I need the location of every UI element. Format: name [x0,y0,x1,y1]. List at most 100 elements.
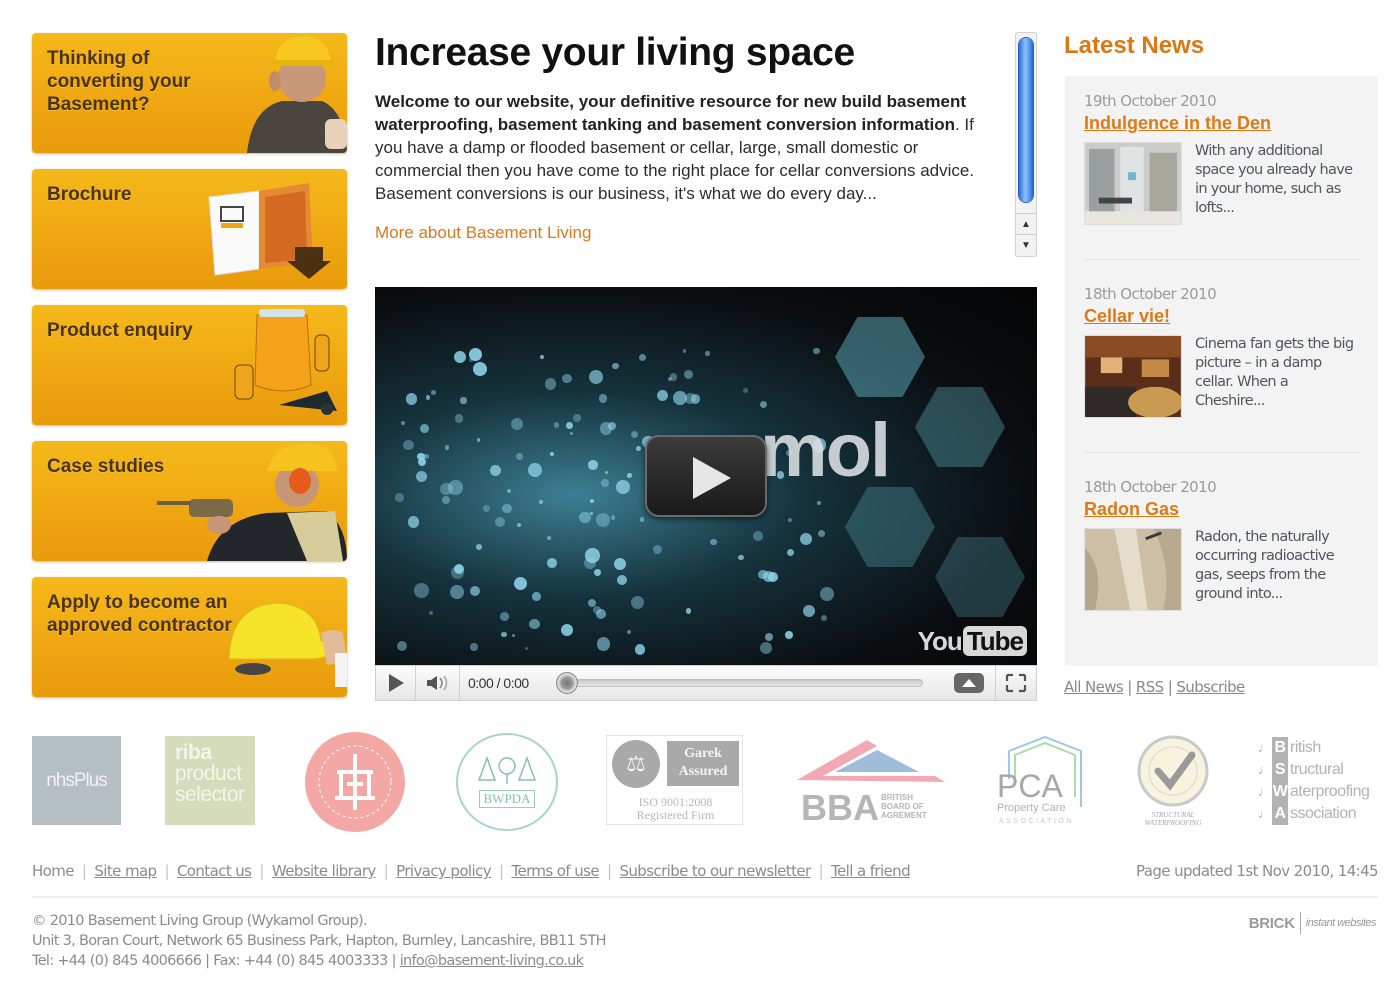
play-icon[interactable] [376,666,416,700]
news-thumb-stone-wall[interactable] [1084,528,1182,611]
volume-icon[interactable] [416,666,460,700]
video-particle [617,574,628,585]
video-particle [588,369,604,385]
footer-link-contact-us[interactable]: Contact us [177,862,252,880]
approved-check-icon: STRUCTURAL WATERPROOFING [1137,735,1209,827]
more-about-link[interactable]: More about Basement Living [375,221,1003,244]
brick-name: BRICK [1248,914,1295,932]
video-particle [506,489,511,494]
promo-label: Thinking of converting your Basement? [47,48,191,115]
promo-case-studies[interactable]: Case studies [32,441,347,561]
video-particle [532,592,541,601]
news-headline-link[interactable]: Radon Gas [1084,499,1360,520]
video-particle [500,631,507,638]
brick-instant-websites-logo[interactable]: BRICK instant websites [1248,912,1377,934]
garek-assured-logo[interactable]: ⚖ Garek Assured ISO 9001:2008 Registered… [606,735,743,825]
video-progress-knob[interactable] [556,672,578,694]
video-particle [762,571,774,583]
video-particle [759,642,772,655]
footer-link-tell-a-friend[interactable]: Tell a friend [831,862,911,880]
riba-cpd-providers-logo[interactable] [305,732,405,832]
news-headline-link[interactable]: Indulgence in the Den [1084,113,1360,134]
video-particle [516,452,524,460]
bba-logo[interactable]: BBA BRITISH BOARD OF AGRÉMENT [795,738,945,828]
video-particle [476,438,481,442]
footer-link-home[interactable]: Home [32,862,75,880]
video-particle [685,607,692,614]
brick-divider [1299,912,1301,934]
bba-letters: BBA [801,787,879,828]
footer-link-subscribe-to-our-newsletter[interactable]: Subscribe to our newsletter [619,862,811,880]
riba-product-selector-logo[interactable]: riba product selector [165,736,255,825]
video-play-button[interactable] [645,435,767,517]
video-particle [562,374,572,384]
news-footer-links: All News | RSS | Subscribe [1064,678,1245,696]
video-particle [596,637,611,651]
riba-logo-line: selector [175,783,245,806]
subscribe-link[interactable]: Subscribe [1176,678,1245,696]
video-particle [527,462,542,477]
video-particle [598,393,608,403]
news-divider [1084,452,1360,453]
video-particle [524,646,528,650]
youtube-logo[interactable]: You Tube [918,626,1027,657]
news-panel: 19th October 2010 Indulgence in the Den … [1065,76,1378,666]
promo-product-enquiry[interactable]: Product enquiry [32,305,347,425]
news-date: 19th October 2010 [1084,92,1217,110]
video-particle [593,568,601,576]
nav-separator: | [499,862,504,880]
bwpda-logo[interactable]: BWPDA [456,733,558,831]
pca-approved-specialist-logo[interactable]: STRUCTURAL WATERPROOFING [1130,733,1216,828]
youtube-logo-you: You [917,626,963,656]
all-news-link[interactable]: All News [1064,678,1124,696]
expand-player-icon[interactable] [942,666,996,700]
footer-link-site-map[interactable]: Site map [94,862,157,880]
garek-line: Garek [684,746,722,761]
video-particle [405,393,418,405]
video-particle [638,354,646,362]
rss-link[interactable]: RSS [1136,678,1164,696]
video-particle [634,643,646,655]
intro-scrollbar[interactable]: ▲ ▼ [1015,32,1037,257]
bswa-word: ritish [1290,739,1321,756]
nhsplus-logo[interactable]: nhsPlus [32,736,121,825]
footer-link-privacy-policy[interactable]: Privacy policy [396,862,491,880]
pca-logo[interactable]: PCA Property Care ASSOCIATION [995,735,1085,827]
video-player[interactable]: mol You Tube [375,287,1037,665]
garek-box: Garek Assured [667,741,739,786]
news-thumb-home-gym[interactable] [1084,142,1182,225]
footer-link-terms-of-use[interactable]: Terms of use [511,862,599,880]
video-particle [511,418,524,430]
brick-tagline: instant websites [1305,917,1377,929]
promo-converting-basement[interactable]: Thinking of converting your Basement? [32,33,347,153]
email-link[interactable]: info@basement-living.co.uk [400,953,584,969]
video-particle [453,350,466,363]
video-particle [817,501,821,505]
latest-news-title: Latest News [1064,32,1205,59]
footer-divider [32,896,1378,898]
video-hex-shape [845,487,935,567]
video-particle [786,548,795,556]
riba-cpd-emblem-icon [318,745,392,819]
fullscreen-icon[interactable] [996,666,1036,700]
scroll-thumb[interactable] [1019,38,1033,202]
video-particle [818,529,826,537]
scroll-up-icon[interactable]: ▲ [1016,213,1036,235]
news-item: 18th October 2010 Cellar vie! Cinema fan… [1084,285,1360,418]
bswa-initial: A [1272,803,1288,825]
news-thumb-home-cinema[interactable] [1084,335,1182,418]
news-headline-link[interactable]: Cellar vie! [1084,306,1360,327]
footer-link-website-library[interactable]: Website library [272,862,376,880]
video-hex-shape [935,537,1025,617]
video-particle [710,538,717,545]
bswa-logo[interactable]: ♩ British ♩ Structural ♩ Waterproofing ♩ Associ… [1258,737,1380,825]
video-particle [610,515,616,520]
scroll-down-icon[interactable]: ▼ [1016,234,1036,256]
bba-line-2: BOARD OF [881,802,924,811]
video-particle [599,422,612,435]
video-particle [500,612,509,621]
nav-separator: | [164,862,169,880]
promo-brochure[interactable]: Brochure [32,169,347,289]
promo-approved-contractor[interactable]: Apply to become an approved contractor [32,577,347,697]
video-progress-bar[interactable] [566,679,923,687]
